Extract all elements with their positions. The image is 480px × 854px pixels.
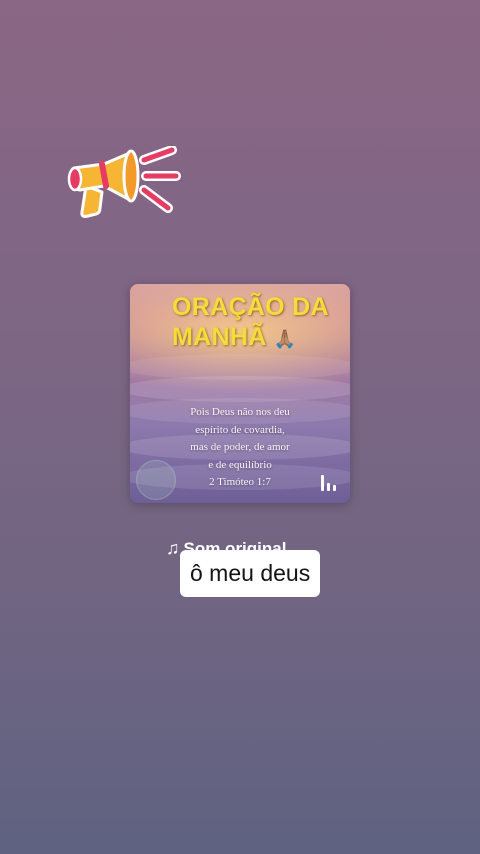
- shared-post-card[interactable]: ORAÇÃO DA MANHÃ 🙏🏽 Pois Deus não nos deu…: [130, 284, 350, 503]
- play-circle-icon[interactable]: [136, 460, 176, 500]
- audio-bars-icon[interactable]: [320, 473, 338, 491]
- post-title: ORAÇÃO DA MANHÃ 🙏🏽: [172, 292, 348, 354]
- post-title-line1: ORAÇÃO DA: [172, 293, 329, 321]
- post-title-line2: MANHÃ: [172, 323, 267, 351]
- verse-line: mas de poder, de amor: [190, 441, 290, 453]
- praying-hands-icon: 🙏🏽: [273, 329, 297, 349]
- verse-line: espírito de covardia,: [195, 423, 285, 436]
- caption-text: ô meu deus: [190, 560, 311, 586]
- verse-line: Pois Deus não nos deu: [190, 406, 290, 418]
- caption-sticker: ô meu deus: [180, 550, 321, 597]
- megaphone-icon: [67, 146, 181, 218]
- music-note-icon: ♫: [166, 538, 180, 558]
